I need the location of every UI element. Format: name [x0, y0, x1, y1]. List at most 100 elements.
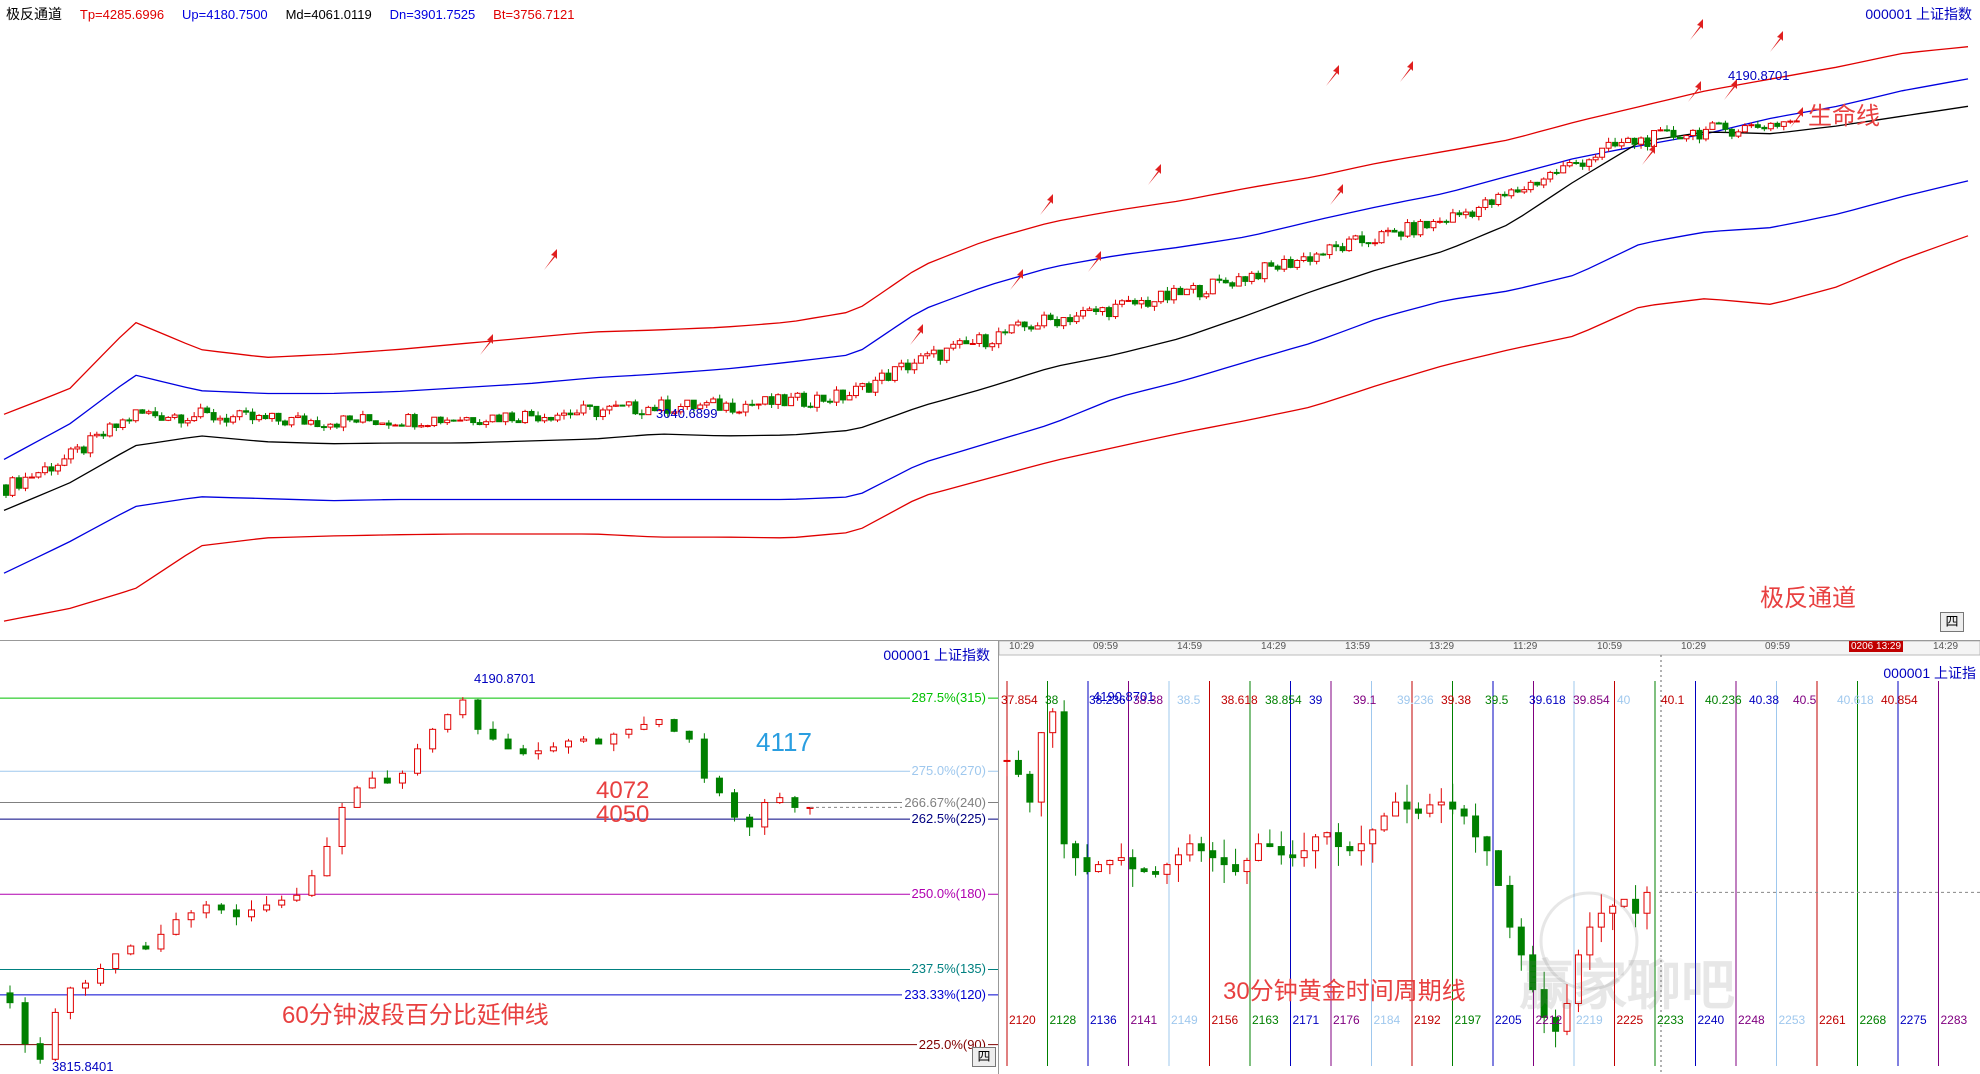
cycle-chart-panel[interactable]: 10:29 09:59 14:59 14:29 13:59 13:29 11:29 10:59…	[999, 641, 1980, 1074]
candle-body	[1094, 864, 1102, 873]
candle-body	[338, 806, 346, 847]
candle-body	[1483, 836, 1491, 852]
candle-body	[791, 797, 799, 808]
candle-body	[217, 904, 225, 911]
candle-body	[710, 398, 717, 404]
candle-body	[723, 402, 730, 411]
cycle-index-label: 2248	[1738, 1013, 1765, 1027]
signal-arrow	[1790, 107, 1803, 128]
candle-body	[36, 1043, 44, 1060]
candle-body	[353, 787, 361, 808]
band-line-tp	[3, 46, 1969, 415]
candle-body	[1472, 815, 1480, 838]
candle-body	[775, 394, 782, 405]
candle-body	[411, 414, 418, 428]
cycle-top-label: 40.5	[1793, 693, 1817, 707]
candle-body	[340, 415, 347, 428]
candle-body	[333, 423, 340, 428]
symbol-label: 000001 上证指	[1883, 665, 1976, 681]
time-axis-label: 10:29	[1009, 641, 1035, 652]
candle-body	[1715, 122, 1722, 125]
candle-body	[424, 425, 431, 428]
candle-body	[1254, 843, 1262, 861]
candle-body	[593, 405, 600, 418]
cycle-top-label: 40.38	[1749, 693, 1780, 707]
candle-body	[9, 477, 16, 496]
candle-body	[1229, 282, 1236, 287]
param-tp: Tp=4285.6996	[79, 7, 165, 22]
candle-body	[21, 1002, 29, 1045]
candle-body	[776, 797, 784, 804]
candle-body	[1460, 808, 1468, 817]
period-tab[interactable]: 四	[1940, 612, 1964, 632]
candle-body	[820, 394, 827, 402]
candle-body	[736, 411, 743, 414]
candle-body	[1638, 137, 1645, 145]
candle-body	[1099, 307, 1106, 313]
candle-body	[703, 402, 710, 406]
candle-body	[1049, 711, 1057, 734]
candle-body	[580, 404, 587, 414]
candle-body	[1469, 211, 1476, 217]
candle-body	[496, 414, 503, 423]
candle-body	[924, 353, 931, 357]
candle-body	[1186, 843, 1194, 856]
cycle-top-label: 39.38	[1441, 693, 1472, 707]
signal-arrow	[544, 249, 557, 270]
candle-body	[1255, 272, 1262, 280]
candle-body	[1385, 229, 1392, 233]
candle-body	[1780, 121, 1787, 127]
candle-body	[457, 419, 464, 422]
candle-body	[1391, 229, 1398, 233]
time-axis-bar	[999, 641, 1980, 656]
extension-level-label: 233.33%(120)	[902, 986, 988, 1002]
candle-body	[1268, 262, 1275, 267]
candle-body	[1232, 864, 1240, 873]
candle-body	[625, 401, 632, 406]
candle-body	[1002, 331, 1009, 334]
candle-body	[846, 395, 853, 401]
candle-body	[885, 372, 892, 381]
high-price-label: 4190.8701	[1093, 689, 1155, 704]
candle-body	[963, 340, 970, 345]
candle-body	[749, 403, 756, 406]
candle-body	[865, 383, 872, 393]
candle-body	[1197, 843, 1205, 852]
period-tab[interactable]: 四	[972, 1047, 996, 1067]
candle-body	[1008, 324, 1015, 334]
candle-body	[191, 416, 198, 422]
candle-body	[171, 414, 178, 418]
candle-body	[1494, 850, 1502, 886]
candle-body	[1080, 310, 1087, 317]
signal-arrow	[1330, 184, 1343, 205]
candle-body	[1183, 288, 1190, 296]
cycle-top-label: 38.618	[1221, 693, 1258, 707]
candle-body	[1609, 905, 1617, 914]
channel-chart-panel[interactable]: 极反通道 Tp=4285.6996 Up=4180.7500 Md=4061.0…	[0, 0, 1980, 641]
candle-body	[1369, 829, 1377, 845]
candle-body	[256, 414, 263, 421]
candle-body	[729, 402, 736, 413]
candle-body	[1488, 199, 1495, 205]
extension-chart-panel[interactable]: 287.5%(315) 275.0%(270) 266.67%(240) 262.5%…	[0, 641, 999, 1074]
candle-body	[66, 987, 74, 1013]
extension-level-label: 275.0%(270)	[909, 763, 988, 779]
channel-chart[interactable]	[0, 0, 1980, 640]
candle-body	[1414, 808, 1422, 814]
candle-body	[1735, 131, 1742, 137]
time-axis-label: 11:29	[1513, 641, 1538, 652]
candle-body	[612, 404, 619, 407]
candle-body	[541, 416, 548, 422]
candle-body	[366, 414, 373, 422]
candle-body	[1015, 321, 1022, 326]
candle-body	[1177, 287, 1184, 296]
candle-body	[1323, 832, 1331, 838]
candle-body	[1073, 315, 1080, 323]
cycle-index-label: 2261	[1819, 1013, 1846, 1027]
candle-body	[1754, 124, 1761, 128]
candle-body	[1060, 711, 1068, 845]
candle-body	[1592, 156, 1599, 161]
candle-body	[474, 699, 482, 730]
candle-body	[236, 410, 243, 418]
candle-body	[383, 777, 391, 784]
